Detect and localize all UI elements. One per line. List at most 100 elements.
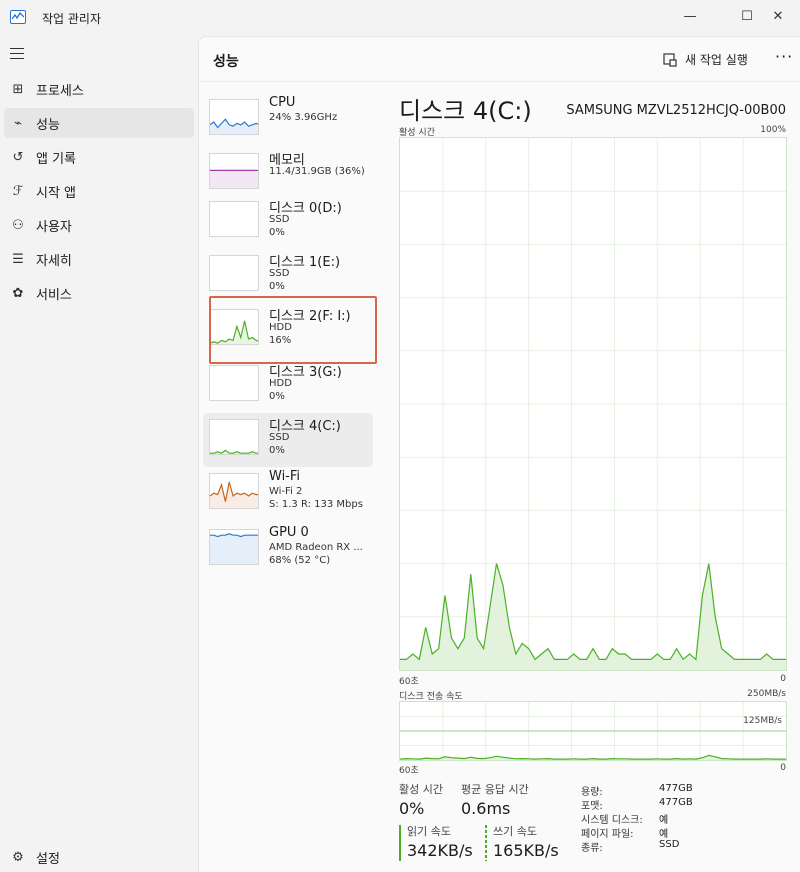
write-speed-label: 쓰기 속도 <box>493 825 537 838</box>
sidebar-item-label: 프로세스 <box>36 83 84 99</box>
sidebar-item-label: 성능 <box>36 117 60 133</box>
sidebar-item-label: 시작 앱 <box>36 185 77 201</box>
details-icon: ☰ <box>12 251 24 267</box>
resource-item[interactable]: 디스크 4(C:) SSD 0% <box>203 413 373 467</box>
info-key: 시스템 디스크: <box>581 815 643 826</box>
gear-icon: ⚙ <box>12 849 24 865</box>
resource-subtitle: AMD Radeon RX ... <box>269 542 363 553</box>
transfer-rate-series-line <box>400 754 786 760</box>
transfer-max-label: 250MB/s <box>747 689 786 699</box>
thumbnail-area <box>210 170 258 188</box>
resource-thumbnail-graph <box>209 201 259 237</box>
resource-name: GPU 0 <box>269 525 309 540</box>
resource-value: 0% <box>269 281 285 292</box>
resource-thumbnail-graph <box>209 419 259 455</box>
active-time-graph <box>399 137 787 671</box>
write-speed-value: 165KB/s <box>493 841 559 860</box>
sidebar-item-users[interactable]: ⚇ 사용자 <box>4 210 194 240</box>
sidebar-item-processes[interactable]: ⊞ 프로세스 <box>4 74 194 104</box>
transfer-mid-label: 125MB/s <box>743 716 782 726</box>
sidebar-item-history[interactable]: ↺ 앱 기록 <box>4 142 194 172</box>
resource-item[interactable]: 디스크 0(D:) SSD 0% <box>203 195 373 249</box>
active-time-x-start: 60초 <box>399 677 419 687</box>
page-title: 성능 <box>213 54 239 70</box>
resource-thumbnail-graph <box>209 529 259 565</box>
more-options-button[interactable]: ··· <box>775 47 793 66</box>
transfer-x-end: 0 <box>780 763 786 773</box>
resource-name: Wi-Fi <box>269 469 301 484</box>
transfer-rate-graph: 125MB/s <box>399 701 787 761</box>
header-divider <box>199 81 800 82</box>
active-time-x-end: 0 <box>780 674 786 684</box>
resource-subtitle: SSD <box>269 214 290 225</box>
resource-subtitle: SSD <box>269 432 290 443</box>
info-key: 페이지 파일: <box>581 829 634 840</box>
resource-thumbnail-graph <box>209 153 259 189</box>
resource-name: CPU <box>269 95 296 110</box>
active-time-chart-svg <box>400 138 786 670</box>
info-key: 용량: <box>581 787 603 798</box>
sidebar-item-performance[interactable]: ⌁ 성능 <box>4 108 194 138</box>
read-speed-value: 342KB/s <box>407 841 473 860</box>
transfer-x-start: 60초 <box>399 766 419 776</box>
resource-value: 0% <box>269 445 285 456</box>
resource-value: S: 1.3 R: 133 Mbps <box>269 499 363 510</box>
window-title: 작업 관리자 <box>42 12 102 26</box>
read-speed-label: 읽기 속도 <box>407 825 451 838</box>
users-icon: ⚇ <box>12 217 24 233</box>
response-time-label: 평균 응답 시간 <box>461 783 529 796</box>
sidebar-item-startup[interactable]: ℱ 시작 앱 <box>4 176 194 206</box>
task-manager-app-icon <box>10 10 26 24</box>
resource-item[interactable]: CPU 24% 3.96GHz <box>203 93 373 147</box>
write-speed-indicator <box>485 825 487 861</box>
info-key: 종류: <box>581 843 603 854</box>
resource-item[interactable]: 디스크 1(E:) SSD 0% <box>203 249 373 303</box>
resource-subtitle: Wi-Fi 2 <box>269 486 303 497</box>
resource-subtitle: HDD <box>269 378 292 389</box>
detail-title: 디스크 4(C:) <box>399 97 532 125</box>
close-icon: ✕ <box>772 8 784 24</box>
minimize-button[interactable]: — <box>668 0 712 32</box>
resource-value: 68% (52 °C) <box>269 555 331 566</box>
resource-thumbnail-graph <box>209 255 259 291</box>
resource-thumbnail-graph <box>209 99 259 135</box>
info-key: 포맷: <box>581 801 603 812</box>
sidebar: ⊞ 프로세스 ⌁ 성능 ↺ 앱 기록 ℱ 시작 앱 ⚇ 사용자 ☰ 자세히 ✿ 서비스 ⚙ 설정 <box>0 36 198 872</box>
resource-item[interactable]: GPU 0 AMD Radeon RX ... 68% (52 °C) <box>203 523 373 577</box>
active-time-stat-value: 0% <box>399 799 425 818</box>
resource-subtitle: 24% 3.96GHz <box>269 112 338 123</box>
run-new-task-button[interactable]: 새 작업 실행 <box>663 51 748 68</box>
startup-icon: ℱ <box>12 183 24 199</box>
thumbnail-area <box>210 533 258 564</box>
highlight-annotation-box <box>209 296 377 364</box>
sidebar-item-details[interactable]: ☰ 자세히 <box>4 244 194 274</box>
hamburger-menu-icon[interactable] <box>10 48 24 62</box>
run-task-icon <box>663 52 677 67</box>
info-value: 477GB <box>659 783 693 794</box>
resource-item[interactable]: 디스크 3(G:) HDD 0% <box>203 359 373 413</box>
resource-item[interactable]: Wi-Fi Wi-Fi 2 S: 1.3 R: 133 Mbps <box>203 467 373 521</box>
sidebar-item-settings[interactable]: ⚙ 설정 <box>4 842 194 872</box>
sidebar-item-label: 자세히 <box>36 253 72 269</box>
sidebar-item-label: 설정 <box>36 851 60 867</box>
sidebar-item-label: 사용자 <box>36 219 72 235</box>
read-speed-indicator <box>399 825 401 861</box>
close-button[interactable]: ✕ <box>756 0 800 32</box>
response-time-value: 0.6ms <box>461 799 511 818</box>
active-time-max-label: 100% <box>760 125 786 135</box>
resource-subtitle: 11.4/31.9GB (36%) <box>269 166 365 177</box>
performance-icon: ⌁ <box>14 115 22 131</box>
sidebar-item-services[interactable]: ✿ 서비스 <box>4 278 194 308</box>
resource-value: 0% <box>269 227 285 238</box>
info-value: 예 <box>659 829 669 840</box>
sidebar-item-label: 앱 기록 <box>36 151 77 167</box>
run-task-label: 새 작업 실행 <box>685 53 748 67</box>
resource-item[interactable]: 메모리 11.4/31.9GB (36%) <box>203 147 373 201</box>
resource-thumbnail-graph <box>209 473 259 509</box>
active-time-series-line <box>400 563 786 661</box>
title-bar: 작업 관리자 — ☐ ✕ <box>0 0 800 36</box>
info-value: SSD <box>659 839 680 850</box>
info-value: 예 <box>659 815 669 826</box>
disk-model: SAMSUNG MZVL2512HCJQ-00B00 <box>566 103 786 118</box>
minimize-icon: — <box>683 8 697 24</box>
